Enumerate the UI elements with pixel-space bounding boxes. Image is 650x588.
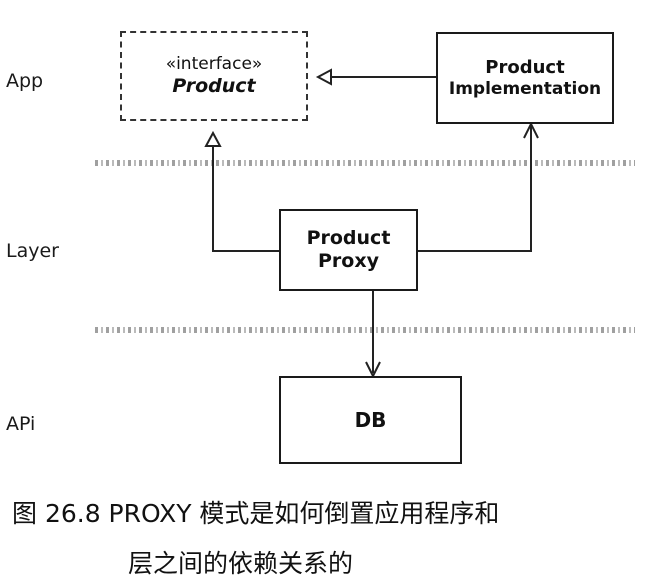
- proxy-to-product-arrowhead: [204, 130, 222, 147]
- product-implementation-box: Product Implementation: [436, 32, 614, 124]
- product-implementation-line2: Implementation: [448, 78, 602, 99]
- product-proxy-box: Product Proxy: [279, 209, 418, 291]
- product-implementation-line1: Product: [485, 57, 565, 78]
- figure-caption-line2: 层之间的依赖关系的: [128, 549, 354, 578]
- figure-caption-line1: 图 26.8 PROXY 模式是如何倒置应用程序和: [12, 499, 500, 528]
- product-interface-box: «interface» Product: [120, 31, 308, 121]
- proxy-to-product-line: [212, 146, 279, 252]
- db-box: DB: [279, 376, 462, 464]
- proxy-to-impl-line: [418, 126, 532, 252]
- impl-to-product-arrowhead: [315, 68, 332, 86]
- db-name: DB: [354, 408, 387, 432]
- interface-stereotype: «interface»: [165, 54, 263, 75]
- product-proxy-line1: Product: [306, 227, 391, 250]
- product-interface-name: Product: [172, 74, 256, 97]
- product-proxy-line2: Proxy: [318, 250, 379, 272]
